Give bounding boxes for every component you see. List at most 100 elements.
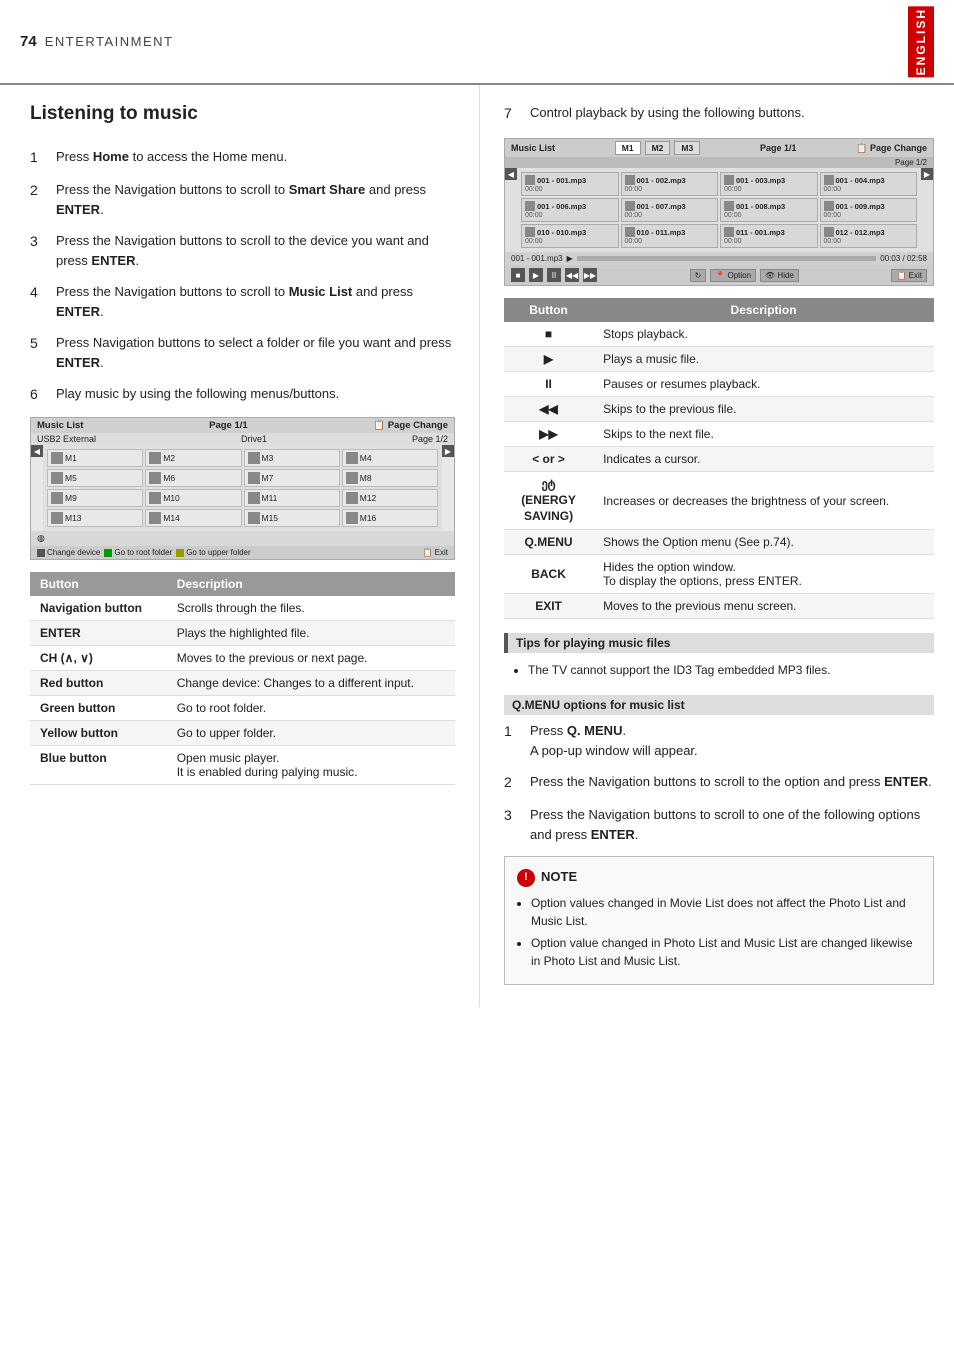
ml-item-m13[interactable]: M13	[47, 509, 143, 527]
step-5: 5 Press Navigation buttons to select a f…	[30, 333, 455, 372]
table-row: Green button Go to root folder.	[30, 696, 455, 721]
ml-root-folder[interactable]: Go to root folder	[104, 548, 172, 557]
rdesc-cursor: Indicates a cursor.	[593, 447, 934, 472]
btn-blue: Blue button	[30, 746, 167, 785]
rml-page-change[interactable]: 📋 Page Change	[856, 143, 927, 154]
step-num-1: 1	[30, 147, 48, 168]
rml-item-5[interactable]: 001 - 006.mp3 00:00	[521, 198, 619, 222]
qmenu-step-text-3: Press the Navigation buttons to scroll t…	[530, 805, 934, 844]
ml-upper-folder-label: Go to upper folder	[186, 548, 250, 557]
step-text-7: Control playback by using the following …	[530, 103, 805, 124]
rml-option-btn[interactable]: 📍 Option	[710, 269, 756, 282]
step-num-2: 2	[30, 180, 48, 219]
rml-title: Music List	[511, 143, 555, 153]
button-table-right: Button Description ■ Stops playback. ▶ P…	[504, 298, 934, 619]
ml-item-m7[interactable]: M7	[244, 469, 340, 487]
table-row: Q.MENU Shows the Option menu (See p.74).	[504, 530, 934, 555]
rml-prev-btn[interactable]: ◀◀	[565, 268, 579, 282]
rml-stop-btn[interactable]: ■	[511, 268, 525, 282]
qmenu-step-1: 1 Press Q. MENU.A pop-up window will app…	[504, 721, 934, 760]
ml-item-m4[interactable]: M4	[342, 449, 438, 467]
note-header: ! NOTE	[517, 867, 921, 888]
ml-item-m6[interactable]: M6	[145, 469, 241, 487]
rml-item-6[interactable]: 001 - 007.mp3 00:00	[621, 198, 719, 222]
qmenu-step-num-2: 2	[504, 772, 522, 793]
ml-nav-row-left: ◍	[31, 531, 454, 546]
rml-item-11[interactable]: 011 - 001.mp3 00:00	[720, 224, 818, 248]
table-row: ▶▶ Skips to the next file.	[504, 422, 934, 447]
ml-page-2-left: Page 1/2	[412, 434, 448, 444]
ml-item-m8[interactable]: M8	[342, 469, 438, 487]
step-text-2: Press the Navigation buttons to scroll t…	[56, 180, 455, 219]
ml-item-m3[interactable]: M3	[244, 449, 340, 467]
ml-item-m15[interactable]: M15	[244, 509, 340, 527]
rbtn-energy: ეტ(ENERGYSAVING)	[504, 472, 593, 530]
rml-item-9[interactable]: 010 - 010.mp3 00:00	[521, 224, 619, 248]
qmenu-step-3: 3 Press the Navigation buttons to scroll…	[504, 805, 934, 844]
rml-tab-m3[interactable]: M3	[674, 141, 700, 155]
rml-exit-btn[interactable]: 📋 Exit	[891, 269, 927, 282]
btn-green: Green button	[30, 696, 167, 721]
ml-exit[interactable]: 📋 Exit	[422, 548, 448, 557]
rml-tab-m2[interactable]: M2	[645, 141, 671, 155]
step-num-4: 4	[30, 282, 48, 321]
table-row: BACK Hides the option window.To display …	[504, 555, 934, 594]
ml-item-m16[interactable]: M16	[342, 509, 438, 527]
rbtn-back: BACK	[504, 555, 593, 594]
rml-item-4[interactable]: 001 - 004.mp3 00:00	[820, 172, 918, 196]
rml-next-btn[interactable]: ▶▶	[583, 268, 597, 282]
step-3: 3 Press the Navigation buttons to scroll…	[30, 231, 455, 270]
rml-controls: ■ ▶ II ◀◀ ▶▶ ↻ 📍 Option 👁 Hide 📋 Exit	[505, 265, 933, 285]
ml-exit-label: 📋 Exit	[422, 548, 448, 557]
table-row: ◀◀ Skips to the previous file.	[504, 397, 934, 422]
music-list-ui-right: Music List M1 M2 M3 Page 1/1 📋 Page Chan…	[504, 138, 934, 286]
rml-item-8[interactable]: 001 - 009.mp3 00:00	[820, 198, 918, 222]
ml-upper-folder[interactable]: Go to upper folder	[176, 548, 250, 557]
rdesc-col-header: Description	[593, 298, 934, 322]
table-row: Blue button Open music player.It is enab…	[30, 746, 455, 785]
rml-item-7[interactable]: 001 - 008.mp3 00:00	[720, 198, 818, 222]
ml-item-m12[interactable]: M12	[342, 489, 438, 507]
rbtn-qmenu: Q.MENU	[504, 530, 593, 555]
ml-item-m11[interactable]: M11	[244, 489, 340, 507]
rml-play-btn[interactable]: ▶	[529, 268, 543, 282]
rml-hide-btn[interactable]: 👁 Hide	[760, 269, 799, 282]
ml-right-arrow[interactable]: ▶	[442, 445, 454, 457]
ml-item-m9[interactable]: M9	[47, 489, 143, 507]
ml-change-device-label: Change device	[47, 548, 100, 557]
note-list: Option values changed in Movie List does…	[517, 894, 921, 970]
ml-item-m2[interactable]: M2	[145, 449, 241, 467]
table-row: II Pauses or resumes playback.	[504, 372, 934, 397]
ml-item-m14[interactable]: M14	[145, 509, 241, 527]
ml-change-device[interactable]: Change device	[37, 548, 100, 557]
note-title: NOTE	[541, 867, 577, 888]
section-title: Listening to music	[30, 103, 455, 129]
note-item-1: Option values changed in Movie List does…	[531, 894, 921, 930]
ml-item-m10[interactable]: M10	[145, 489, 241, 507]
rml-item-3[interactable]: 001 - 003.mp3 00:00	[720, 172, 818, 196]
ml-left-arrow[interactable]: ◀	[31, 445, 43, 457]
btn-red: Red button	[30, 671, 167, 696]
qmenu-section: Q.MENU options for music list 1 Press Q.…	[504, 695, 934, 985]
rml-item-2[interactable]: 001 - 002.mp3 00:00	[621, 172, 719, 196]
rml-item-10[interactable]: 010 - 011.mp3 00:00	[621, 224, 719, 248]
rml-item-12[interactable]: 012 - 012.mp3 00:00	[820, 224, 918, 248]
qmenu-step-num-3: 3	[504, 805, 522, 844]
rbtn-col-header: Button	[504, 298, 593, 322]
rml-tab-m1[interactable]: M1	[615, 141, 641, 155]
rdesc-stop: Stops playback.	[593, 322, 934, 347]
rbtn-stop: ■	[504, 322, 593, 347]
step-1: 1 Press Home to access the Home menu.	[30, 147, 455, 168]
step-2: 2 Press the Navigation buttons to scroll…	[30, 180, 455, 219]
ml-item-m1[interactable]: M1	[47, 449, 143, 467]
btn-col-header: Button	[30, 572, 167, 596]
rml-pause-btn[interactable]: II	[547, 268, 561, 282]
qmenu-step-num-1: 1	[504, 721, 522, 760]
table-row: EXIT Moves to the previous menu screen.	[504, 594, 934, 619]
rml-item-1[interactable]: 001 - 001.mp3 00:00	[521, 172, 619, 196]
rml-repeat-btn[interactable]: ↻	[690, 269, 707, 282]
ml-item-m5[interactable]: M5	[47, 469, 143, 487]
rml-right-arrow[interactable]: ▶	[921, 168, 933, 180]
rml-left-arrow[interactable]: ◀	[505, 168, 517, 180]
step-text-1: Press Home to access the Home menu.	[56, 147, 287, 168]
